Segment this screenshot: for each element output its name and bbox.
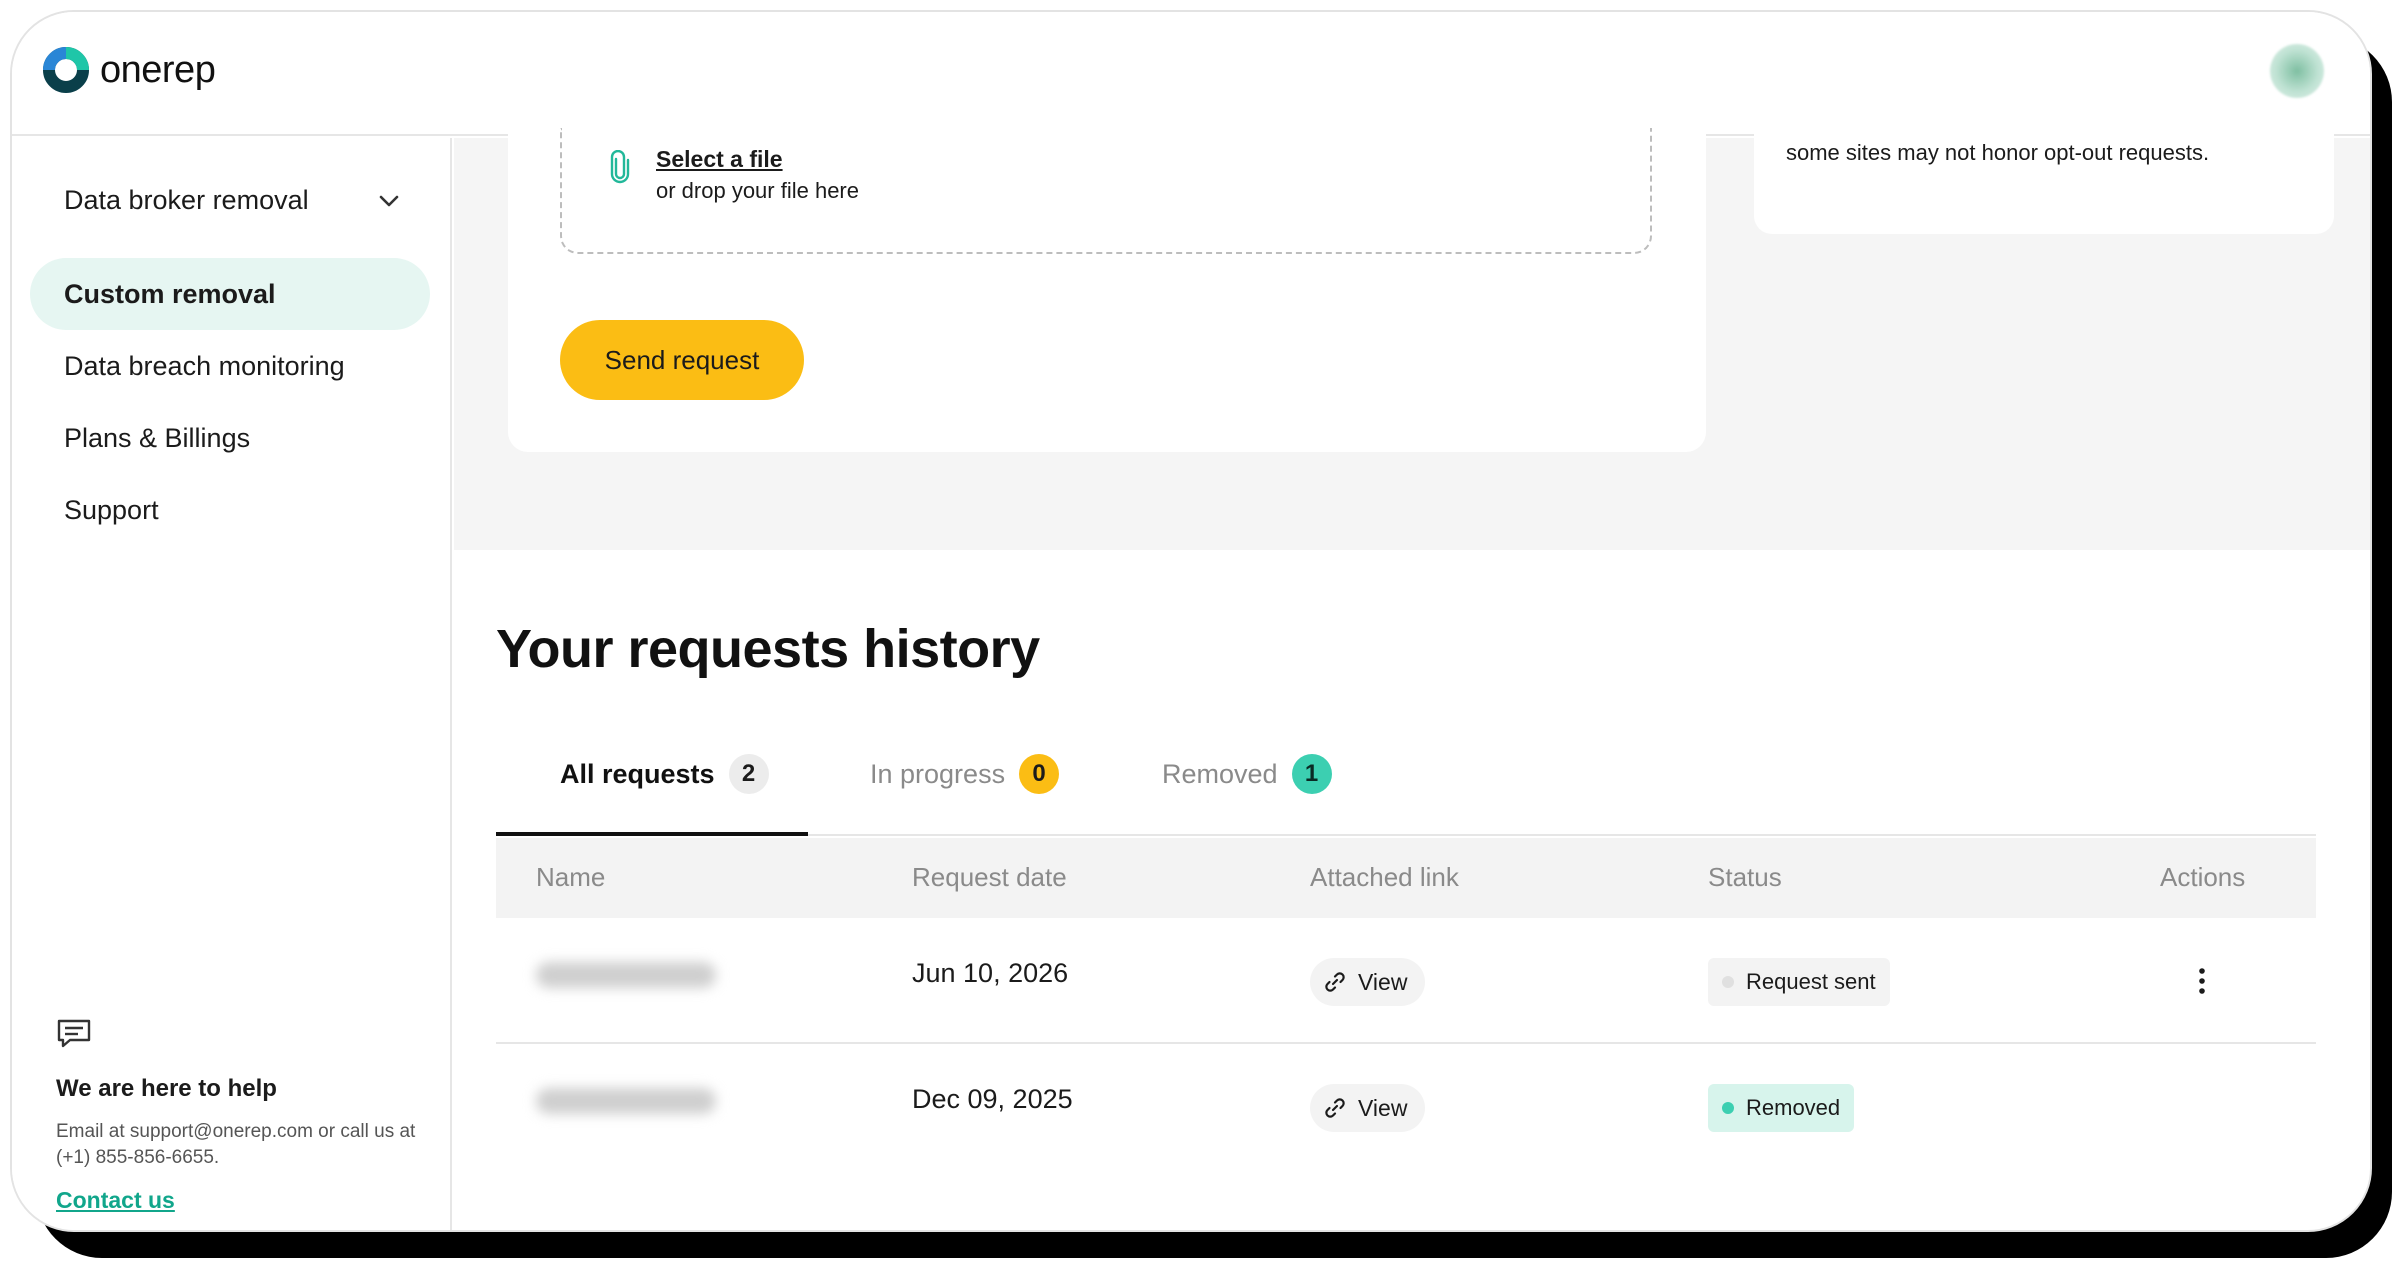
sidebar-item-label: Data breach monitoring bbox=[64, 350, 345, 381]
sidebar-item-support[interactable]: Support bbox=[30, 474, 430, 546]
sidebar-item-label: Plans & Billings bbox=[64, 422, 251, 453]
table-row: Jun 10, 2026 View Request sent bbox=[496, 918, 2316, 1044]
count-badge: 2 bbox=[728, 754, 769, 794]
chat-bubble-icon bbox=[57, 1019, 91, 1048]
status-dot bbox=[1722, 1102, 1734, 1114]
drop-file-text: or drop your file here bbox=[656, 178, 859, 203]
tab-label: Removed bbox=[1162, 758, 1278, 789]
column-header-actions: Actions bbox=[2160, 862, 2246, 892]
sidebar-item-label: Custom removal bbox=[64, 278, 276, 309]
help-text: Email at support@onerep.com or call us a… bbox=[56, 1121, 416, 1168]
send-request-button[interactable]: Send request bbox=[560, 320, 804, 400]
chevron-down-icon bbox=[379, 195, 399, 207]
top-header: onerep bbox=[12, 12, 2370, 136]
column-header-request-date: Request date bbox=[912, 862, 1067, 892]
status-label: Removed bbox=[1746, 1095, 1841, 1120]
table-row: Dec 09, 2025 View Removed bbox=[496, 1044, 2316, 1170]
sidebar-item-custom-removal[interactable]: Custom removal bbox=[30, 258, 430, 330]
paperclip-icon bbox=[610, 150, 630, 184]
view-link-button[interactable]: View bbox=[1310, 958, 1426, 1006]
select-file-link[interactable]: Select a file bbox=[656, 146, 783, 173]
logo-text: onerep bbox=[100, 48, 216, 91]
history-tabs: All requests 2 In progress 0 Removed 1 bbox=[496, 726, 2316, 836]
active-tab-indicator bbox=[496, 832, 808, 836]
status-badge: Request sent bbox=[1708, 958, 1890, 1006]
view-label: View bbox=[1358, 1094, 1408, 1121]
info-card: some sites may not honor opt-out request… bbox=[1754, 128, 2334, 234]
column-header-status: Status bbox=[1708, 862, 1782, 892]
tab-in-progress[interactable]: In progress 0 bbox=[870, 754, 1060, 794]
help-title: We are here to help bbox=[56, 1075, 277, 1102]
status-dot bbox=[1722, 976, 1734, 988]
link-icon bbox=[1325, 972, 1345, 992]
status-badge: Removed bbox=[1708, 1084, 1855, 1132]
count-badge: 0 bbox=[1019, 754, 1060, 794]
sidebar-item-label: Data broker removal bbox=[64, 184, 309, 215]
user-avatar[interactable] bbox=[2270, 44, 2324, 98]
count-badge: 1 bbox=[1291, 754, 1332, 794]
contact-us-link[interactable]: Contact us bbox=[56, 1187, 175, 1214]
link-icon bbox=[1325, 1098, 1345, 1118]
more-actions-icon[interactable] bbox=[2196, 966, 2208, 996]
sidebar-item-label: Support bbox=[64, 494, 159, 525]
table-header: Name Request date Attached link Status A… bbox=[496, 838, 2316, 918]
onerep-logo-icon bbox=[43, 47, 89, 93]
tab-removed[interactable]: Removed 1 bbox=[1162, 754, 1332, 794]
request-form-area: Select a file or drop your file here Sen… bbox=[454, 128, 2370, 550]
redacted-name bbox=[536, 1088, 716, 1114]
request-form-card: Select a file or drop your file here Sen… bbox=[508, 128, 1706, 452]
column-header-attached-link: Attached link bbox=[1310, 862, 1459, 892]
redacted-name bbox=[536, 962, 716, 988]
view-label: View bbox=[1358, 968, 1408, 995]
sidebar-item-data-broker-removal[interactable]: Data broker removal bbox=[30, 164, 430, 236]
tab-label: In progress bbox=[870, 758, 1006, 789]
history-title: Your requests history bbox=[496, 619, 1040, 679]
sidebar-item-data-breach-monitoring[interactable]: Data breach monitoring bbox=[30, 330, 430, 402]
logo[interactable]: onerep bbox=[42, 46, 216, 94]
file-dropzone[interactable]: Select a file or drop your file here bbox=[560, 128, 1652, 254]
sidebar: Data broker removal Custom removal Data … bbox=[12, 138, 452, 1230]
tab-all-requests[interactable]: All requests 2 bbox=[560, 754, 769, 794]
tab-label: All requests bbox=[560, 758, 715, 789]
status-label: Request sent bbox=[1746, 969, 1876, 994]
sidebar-item-plans-billings[interactable]: Plans & Billings bbox=[30, 402, 430, 474]
view-link-button[interactable]: View bbox=[1310, 1084, 1426, 1132]
request-date: Jun 10, 2026 bbox=[912, 958, 1069, 988]
request-date: Dec 09, 2025 bbox=[912, 1084, 1073, 1114]
info-text: some sites may not honor opt-out request… bbox=[1786, 140, 2210, 165]
help-box: We are here to help Email at support@one… bbox=[56, 1018, 426, 1214]
column-header-name: Name bbox=[536, 862, 606, 892]
